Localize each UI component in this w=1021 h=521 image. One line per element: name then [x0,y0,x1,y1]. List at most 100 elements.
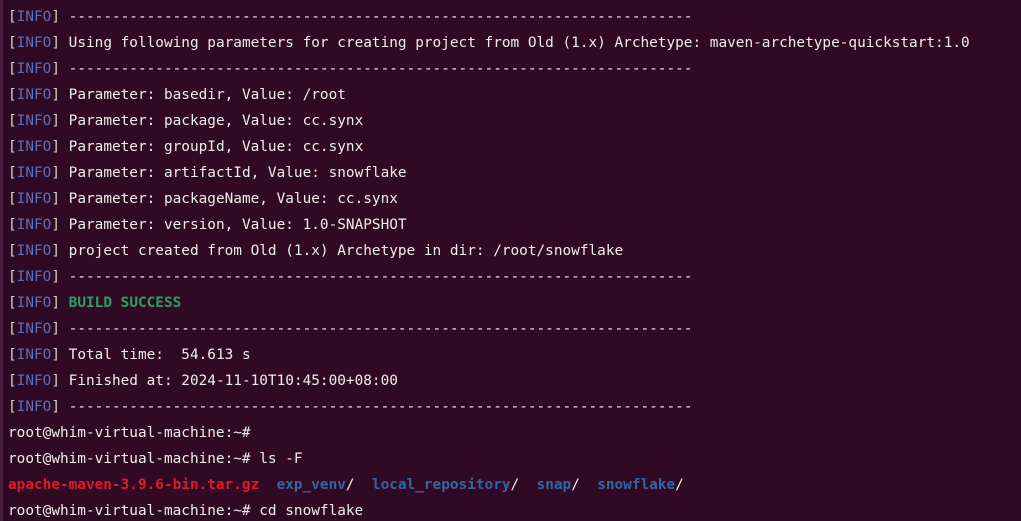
bracket-close: ] [51,269,60,285]
ls-output-line: apache-maven-3.9.6-bin.tar.gz exp_venv/ … [8,472,1021,498]
info-label: INFO [16,35,52,51]
log-text: project created from Old (1.x) Archetype… [60,243,624,259]
log-line: [INFO] Finished at: 2024-11-10T10:45:00+… [8,368,1021,394]
log-text: Parameter: version, Value: 1.0-SNAPSHOT [60,217,407,233]
log-text: ----------------------------------------… [60,61,693,77]
log-line: [INFO] Parameter: packageName, Value: cc… [8,186,1021,212]
bracket-open: [ [8,243,17,259]
bracket-close: ] [51,35,60,51]
log-line: [INFO] ---------------------------------… [8,56,1021,82]
ls-entry-suffix: / [345,477,355,493]
log-text: Total time: 54.613 s [60,347,251,363]
bracket-close: ] [51,295,60,311]
ls-separator [259,477,276,493]
bracket-close: ] [51,9,60,25]
info-label: INFO [16,217,52,233]
bracket-open: [ [8,139,17,155]
log-line: [INFO] ---------------------------------… [8,394,1021,420]
log-text: Parameter: package, Value: cc.synx [60,113,364,129]
info-label: INFO [16,113,52,129]
ls-entry-suffix: / [571,477,580,493]
bracket-open: [ [8,399,17,415]
log-text: Parameter: basedir, Value: /root [60,87,346,103]
bracket-close: ] [51,191,60,207]
log-line: [INFO] Total time: 54.613 s [8,342,1021,368]
bracket-open: [ [8,9,17,25]
log-text: ----------------------------------------… [60,9,693,25]
ls-entry-archive: apache-maven-3.9.6-bin.tar.gz [8,477,260,493]
bracket-open: [ [8,113,17,129]
ls-entry-directory: local_repository [371,477,511,493]
bracket-close: ] [51,321,60,337]
bracket-close: ] [51,373,60,389]
info-label: INFO [16,347,52,363]
bracket-open: [ [8,191,17,207]
info-label: INFO [16,295,52,311]
prompt-line: root@whim-virtual-machine:~# cd snowflak… [8,498,1021,521]
log-text: Parameter: packageName, Value: cc.synx [60,191,398,207]
shell-prompt: root@whim-virtual-machine:~# [8,425,251,441]
log-text: Parameter: artifactId, Value: snowflake [60,165,407,181]
ls-entry-suffix: / [510,477,520,493]
bracket-close: ] [51,217,60,233]
bracket-close: ] [51,61,60,77]
terminal-left-border [0,0,3,521]
log-line: [INFO] Using following parameters for cr… [8,30,1021,56]
log-line: [INFO] ---------------------------------… [8,4,1021,30]
info-label: INFO [16,9,52,25]
bracket-open: [ [8,321,17,337]
log-line: [INFO] ---------------------------------… [8,316,1021,342]
ls-entry-directory: snap [536,477,572,493]
info-label: INFO [16,373,52,389]
info-label: INFO [16,61,52,77]
info-label: INFO [16,321,52,337]
bracket-open: [ [8,87,17,103]
bracket-open: [ [8,269,17,285]
terminal-output: [INFO] ---------------------------------… [8,4,1021,521]
info-label: INFO [16,191,52,207]
log-text: Using following parameters for creating … [60,35,970,51]
ls-separator [519,477,536,493]
info-label: INFO [16,87,52,103]
build-prefix [60,295,69,311]
info-label: INFO [16,399,52,415]
bracket-open: [ [8,217,17,233]
bracket-open: [ [8,373,17,389]
bracket-close: ] [51,87,60,103]
info-label: INFO [16,243,52,259]
info-label: INFO [16,139,52,155]
log-line: [INFO] Parameter: basedir, Value: /root [8,82,1021,108]
log-line: [INFO] Parameter: version, Value: 1.0-SN… [8,212,1021,238]
prompt-line: root@whim-virtual-machine:~# [8,420,1021,446]
log-line: [INFO] Parameter: artifactId, Value: sno… [8,160,1021,186]
bracket-open: [ [8,61,17,77]
ls-separator [580,477,597,493]
bracket-open: [ [8,35,17,51]
bracket-open: [ [8,165,17,181]
build-success-text: BUILD SUCCESS [68,295,182,311]
bracket-open: [ [8,295,17,311]
terminal-window[interactable]: [INFO] ---------------------------------… [0,0,1021,521]
build-status-line: [INFO] BUILD SUCCESS [8,290,1021,316]
ls-separator [355,477,372,493]
log-line: [INFO] project created from Old (1.x) Ar… [8,238,1021,264]
info-label: INFO [16,165,52,181]
prompt-line: root@whim-virtual-machine:~# ls -F [8,446,1021,472]
bracket-open: [ [8,347,17,363]
log-text: ----------------------------------------… [60,321,693,337]
log-line: [INFO] Parameter: package, Value: cc.syn… [8,108,1021,134]
log-text: ----------------------------------------… [60,269,693,285]
bracket-close: ] [51,165,60,181]
ls-entry-directory: snowflake [597,477,676,493]
ls-entry-suffix: / [675,477,684,493]
log-text: Finished at: 2024-11-10T10:45:00+08:00 [60,373,398,389]
info-label: INFO [16,269,52,285]
log-line: [INFO] ---------------------------------… [8,264,1021,290]
log-line: [INFO] Parameter: groupId, Value: cc.syn… [8,134,1021,160]
log-text: Parameter: groupId, Value: cc.synx [60,139,364,155]
bracket-close: ] [51,139,60,155]
log-text: ----------------------------------------… [60,399,693,415]
bracket-close: ] [51,399,60,415]
bracket-close: ] [51,347,60,363]
bracket-close: ] [51,113,60,129]
